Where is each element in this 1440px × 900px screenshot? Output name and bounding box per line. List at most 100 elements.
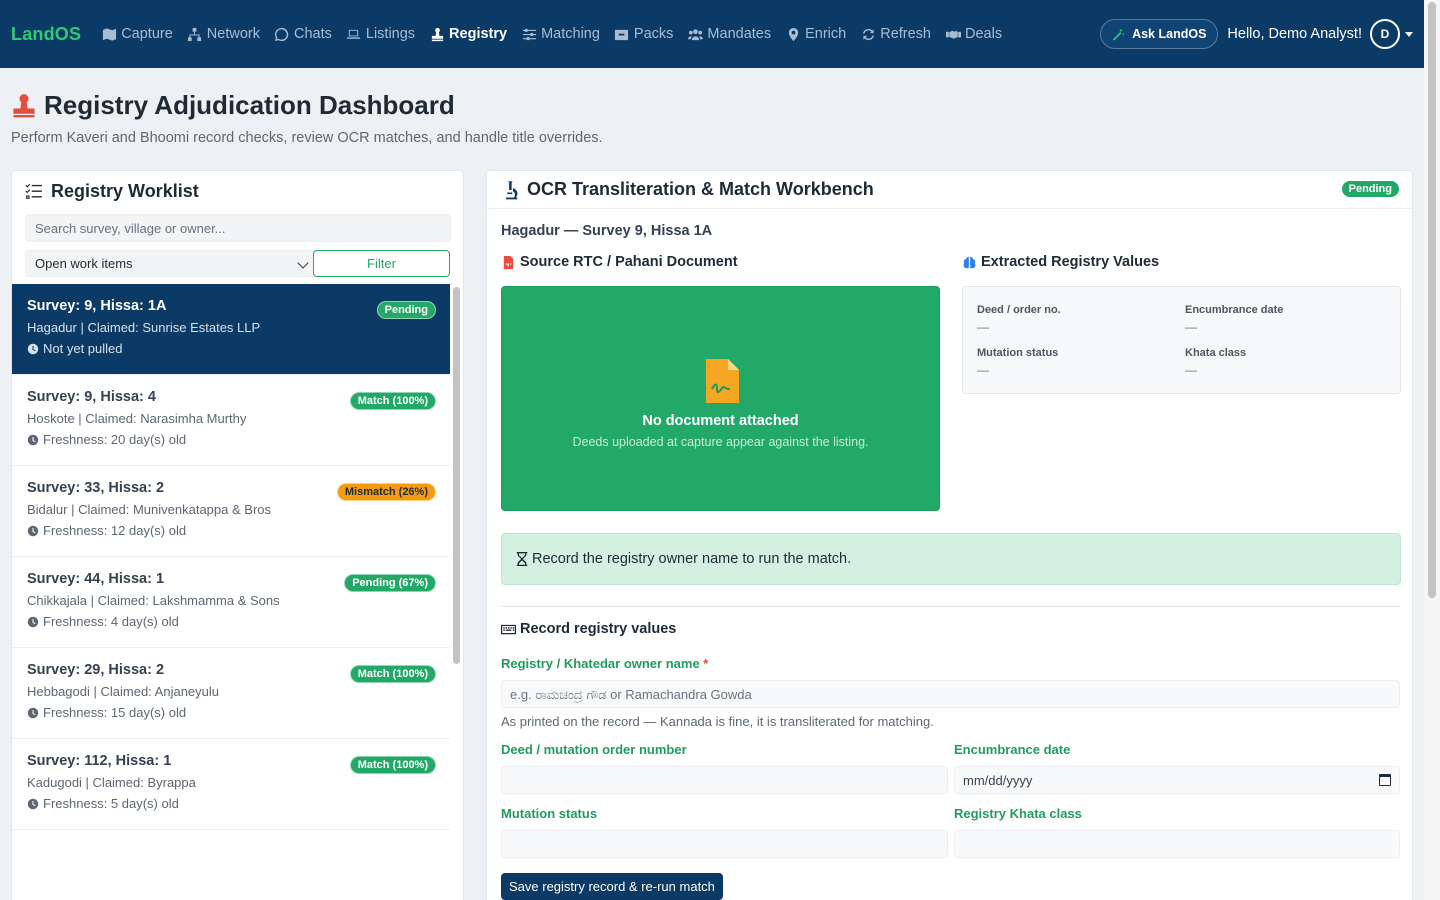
status-badge: Pending (67%)	[344, 574, 436, 592]
extracted-values-panel: Deed / order no. — Encumbrance date — Mu…	[962, 286, 1401, 394]
clock-icon	[27, 343, 39, 354]
nav-item-enrich[interactable]: Enrich	[785, 26, 846, 42]
item-freshness: Not yet pulled	[27, 341, 436, 356]
deed-value: —	[977, 320, 989, 334]
item-freshness: Freshness: 5 day(s) old	[27, 796, 436, 811]
owner-name-input[interactable]	[501, 680, 1400, 708]
clock-icon	[27, 525, 39, 536]
refresh-icon	[860, 26, 876, 42]
nav-item-packs[interactable]: Packs	[614, 26, 673, 42]
item-subtitle: Bidalur | Claimed: Munivenkatappa & Bros	[27, 502, 271, 517]
deed-label: Deed / order no.	[977, 304, 1061, 316]
nav-item-mandates[interactable]: Mandates	[687, 26, 771, 42]
brain-icon	[963, 256, 976, 268]
required-marker: *	[703, 656, 709, 671]
item-subtitle: Hagadur | Claimed: Sunrise Estates LLP	[27, 320, 261, 335]
box-icon	[614, 26, 630, 42]
brand-logo[interactable]: LandOS	[11, 24, 81, 45]
user-avatar[interactable]: D	[1370, 19, 1400, 49]
list-item[interactable]: Survey: 33, Hissa: 2 Bidalur | Claimed: …	[12, 466, 450, 557]
ask-landos-button[interactable]: Ask LandOS	[1100, 19, 1219, 49]
item-subtitle: Hebbagodi | Claimed: Anjaneyulu	[27, 684, 220, 699]
nav-item-refresh[interactable]: Refresh	[860, 26, 931, 42]
item-freshness: Freshness: 4 day(s) old	[27, 614, 436, 629]
nav-right: Ask LandOS Hello, Demo Analyst! D	[1100, 19, 1413, 49]
worklist-search-input[interactable]	[25, 214, 451, 242]
laptop-icon	[346, 26, 362, 42]
pdf-file-icon	[503, 255, 514, 269]
handshake-icon	[945, 26, 961, 42]
match-alert: Record the registry owner name to run th…	[501, 533, 1401, 585]
deed-number-label: Deed / mutation order number	[501, 742, 687, 757]
list-item[interactable]: Survey: 9, Hissa: 4 Hoskote | Claimed: N…	[12, 375, 450, 466]
calendar-icon[interactable]	[1379, 774, 1391, 786]
item-freshness: Freshness: 15 day(s) old	[27, 705, 436, 720]
whatsapp-icon	[274, 26, 290, 42]
page-scrollbar[interactable]	[1424, 0, 1440, 900]
top-navbar: LandOS Capture Network Chats Listings Re…	[0, 0, 1424, 68]
list-check-icon	[25, 183, 42, 199]
mutation-status-input[interactable]	[501, 830, 948, 858]
nav-item-deals[interactable]: Deals	[945, 26, 1002, 42]
nav-menu: Capture Network Chats Listings Registry …	[101, 26, 1016, 42]
item-subtitle: Kadugodi | Claimed: Byrappa	[27, 775, 196, 790]
list-item[interactable]: Survey: 9, Hissa: 1A Hagadur | Claimed: …	[12, 284, 450, 375]
chevron-down-icon[interactable]	[1405, 31, 1413, 37]
page-subtitle: Perform Kaveri and Bhoomi record checks,…	[11, 130, 603, 146]
status-badge: Mismatch (26%)	[336, 483, 436, 501]
mutation-label: Mutation status	[977, 347, 1059, 359]
nav-item-capture[interactable]: Capture	[101, 26, 173, 42]
stamp-icon	[13, 93, 35, 117]
nav-item-listings[interactable]: Listings	[346, 26, 415, 42]
khata-value: —	[1185, 363, 1197, 377]
nav-item-matching[interactable]: Matching	[521, 26, 600, 42]
khata-class-input[interactable]	[954, 830, 1400, 858]
item-freshness: Freshness: 20 day(s) old	[27, 432, 436, 447]
status-badge: Match (100%)	[349, 665, 436, 683]
hourglass-icon	[516, 552, 528, 566]
status-badge: Match (100%)	[349, 392, 436, 410]
nav-item-registry[interactable]: Registry	[429, 26, 507, 42]
item-subtitle: Chikkajala | Claimed: Lakshmamma & Sons	[27, 593, 280, 608]
map-pin-icon	[785, 26, 801, 42]
status-badge: Pending	[1341, 181, 1399, 197]
save-registry-button[interactable]: Save registry record & re-run match	[501, 873, 723, 900]
list-item[interactable]: Survey: 112, Hissa: 1 Kadugodi | Claimed…	[12, 739, 450, 830]
users-icon	[687, 26, 703, 42]
clock-icon	[27, 707, 39, 718]
nav-item-chats[interactable]: Chats	[274, 26, 332, 42]
greeting-text: Hello, Demo Analyst!	[1227, 26, 1362, 42]
filter-button[interactable]: Filter	[313, 250, 450, 277]
worklist-status-select[interactable]: Open work items	[25, 250, 318, 277]
encumbrance-date-input[interactable]: mm/dd/yyyy	[954, 766, 1400, 794]
encumbrance-date-label: Encumbrance date	[954, 742, 1071, 757]
keyboard-icon	[501, 624, 516, 634]
khata-class-label: Registry Khata class	[954, 806, 1082, 821]
page-scrollbar-thumb[interactable]	[1428, 2, 1436, 598]
owner-name-help: As printed on the record — Kannada is fi…	[501, 714, 934, 729]
worklist-scrollbar[interactable]	[453, 287, 460, 664]
registry-worklist-card: Registry Worklist Open work items Filter…	[11, 170, 464, 900]
encumbrance-label: Encumbrance date	[1185, 304, 1284, 316]
page-title: Registry Adjudication Dashboard	[11, 90, 455, 121]
sliders-icon	[521, 26, 537, 42]
stamp-icon	[429, 26, 445, 42]
item-title: Survey: 9, Hissa: 1A	[27, 298, 167, 314]
chevron-down-icon	[297, 257, 309, 269]
list-item[interactable]: Survey: 29, Hissa: 2 Hebbagodi | Claimed…	[12, 648, 450, 739]
worklist-title: Registry Worklist	[12, 171, 463, 211]
nav-item-network[interactable]: Network	[187, 26, 260, 42]
network-icon	[187, 26, 203, 42]
deed-number-input[interactable]	[501, 766, 948, 794]
status-badge: Pending	[376, 301, 436, 319]
item-freshness: Freshness: 12 day(s) old	[27, 523, 436, 538]
owner-name-label: Registry / Khatedar owner name *	[501, 656, 709, 671]
file-signature-icon	[705, 358, 739, 403]
ocr-workbench-card: OCR Transliteration & Match Workbench Pe…	[486, 170, 1413, 900]
mutation-value: —	[977, 363, 989, 377]
section-divider	[501, 606, 1401, 607]
list-item[interactable]: Survey: 44, Hissa: 1 Chikkajala | Claime…	[12, 557, 450, 648]
no-document-title: No document attached	[642, 412, 799, 429]
record-location: Hagadur — Survey 9, Hissa 1A	[501, 223, 713, 239]
no-document-description: Deeds uploaded at capture appear against…	[572, 434, 869, 449]
